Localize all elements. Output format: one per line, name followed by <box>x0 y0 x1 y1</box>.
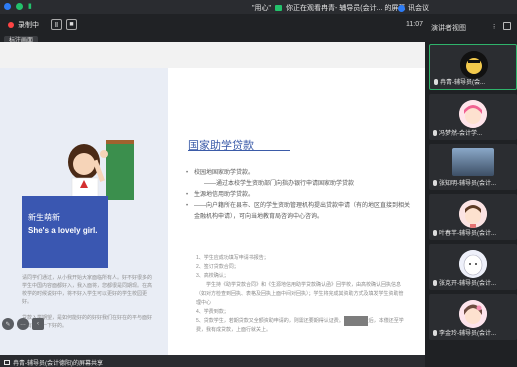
avatar <box>459 100 487 128</box>
more-options-icon[interactable]: ⁝ <box>493 23 495 31</box>
speaker-view-button[interactable]: 演讲者视图 <box>431 23 466 33</box>
watching-text: 你正在观看冉青- 辅导员(会计... 的屏幕 <box>285 5 406 12</box>
share-screen-icon <box>4 360 10 365</box>
participant-name: 张知明-辅导员(会计... <box>433 178 515 187</box>
status-icons: ▮ <box>4 3 32 10</box>
participant-name: 冉青-辅导员(会... <box>434 77 514 86</box>
share-green-icon <box>274 5 282 11</box>
top-status-bar: ▮ "用心" 你正在观看冉青- 辅导员(会计... 的屏幕 讯会议 <box>0 0 517 14</box>
numbered-item: 学生持《助学贷款合同》和《生源地信用助学贷款确认函》回学校，由高校确认回执信息（… <box>196 282 404 306</box>
collapse-icon[interactable]: ‹ <box>32 318 44 330</box>
mic-icon <box>434 79 438 85</box>
blue-card-title: 新生萌新 <box>28 213 60 222</box>
slide-blue-card: 新生萌新 She's a lovely girl. <box>22 196 108 268</box>
stop-recording-button[interactable]: ■ <box>66 19 77 30</box>
mic-icon <box>433 180 437 186</box>
pause-recording-button[interactable]: Ⅱ <box>51 19 62 30</box>
recording-indicator: 录制中 Ⅱ ■ <box>8 19 77 30</box>
recording-controls: 录制中 Ⅱ ■ 标注画面 11:07 <box>0 14 425 46</box>
participant-tile[interactable]: 张知明-辅导员(会计... <box>429 144 517 190</box>
participant-gallery: 冉青-辅导员(会... 冯梦然-会计学... 张知明-辅导员(会计... 叶春芊… <box>425 42 517 355</box>
mic-icon <box>433 280 437 286</box>
bullet-subitem: ——通过本校学生资助部门向指办银行申请国家助学贷款 <box>204 181 355 187</box>
mic-icon <box>433 130 437 136</box>
watching-indicator: "用心" 你正在观看冉青- 辅导员(会计... 的屏幕 <box>252 3 405 13</box>
participant-name: 叶春芊-辅导员(会计... <box>433 228 515 237</box>
record-dot-icon <box>8 21 14 28</box>
meeting-label: 讯会议 <box>408 5 429 12</box>
participant-name: 冯梦然-会计学... <box>433 128 515 137</box>
bullet-item: ——向户籍所在县市、区的学生资助管理机构提出贷款申请（有的地区直接到相关金融机构… <box>186 201 411 223</box>
participant-tile[interactable]: 冯梦然-会计学... <box>429 94 517 140</box>
avatar <box>460 51 488 79</box>
numbered-item: 1、学生应成功填写申请书报告； <box>196 255 269 261</box>
participant-tile[interactable]: 张克开-辅导员(会计... <box>429 244 517 290</box>
numbered-item: 3、高校确认； <box>196 273 229 279</box>
bullet-item: 校园地国家助学贷款。 <box>186 168 411 179</box>
meeting-logo-icon <box>398 4 405 12</box>
clock-time: 11:07 <box>406 21 423 28</box>
avatar-illustration <box>459 300 487 328</box>
avatar <box>459 250 487 278</box>
screen-share-banner: 冉青-辅导员(会计德阳)的屏幕共享 <box>0 355 425 367</box>
meeting-brand: 讯会议 <box>398 3 429 13</box>
mic-icon <box>433 330 437 336</box>
sharing-user-label: "用心" <box>252 5 271 12</box>
chat-icon[interactable]: … <box>17 318 29 330</box>
blue-card-subtitle: She's a lovely girl. <box>28 226 98 235</box>
camera-thumbnail <box>452 148 494 176</box>
slide-gray-button <box>344 316 368 326</box>
numbered-item: 4、学费到款； <box>196 309 229 315</box>
numbered-item: 2、签订贷款合同； <box>196 264 239 270</box>
participant-name: 李金玲-辅导员(会计... <box>433 328 515 337</box>
title-underline <box>188 150 290 151</box>
participant-tile[interactable]: 李金玲-辅导员(会计... <box>429 294 517 340</box>
mic-icon <box>433 230 437 236</box>
bullet-item: 生源地信用助学贷款。 <box>186 190 411 201</box>
blue-shield-icon[interactable] <box>4 3 11 10</box>
green-check-icon[interactable] <box>16 3 23 10</box>
share-banner-content: 冉青-辅导员(会计德阳)的屏幕共享 <box>4 358 103 367</box>
meeting-window: ▮ "用心" 你正在观看冉青- 辅导员(会计... 的屏幕 讯会议 录制中 Ⅱ … <box>0 0 517 367</box>
share-banner-text: 冉青-辅导员(会计德阳)的屏幕共享 <box>13 361 103 367</box>
gallery-header: 演讲者视图 ⁝ <box>425 14 517 42</box>
participant-name: 张克开-辅导员(会计... <box>433 278 515 287</box>
avatar <box>459 300 487 328</box>
numbered-list: 1、学生应成功填写申请书报告； 2、签订贷款合同； 3、高校确认； 学生持《助学… <box>196 254 406 335</box>
avatar-illustration <box>460 51 488 79</box>
stage-toolbar: ✎ … ‹ <box>2 318 44 330</box>
avatar-illustration <box>459 250 487 278</box>
avatar-illustration <box>459 200 487 228</box>
slide-bullets: 校园地国家助学贷款。 ——通过本校学生资助部门向指办银行申请国家助学贷款 生源地… <box>186 168 411 223</box>
shared-screen[interactable]: 新生萌新 She's a lovely girl. 请同学们通过，从小我开始大家… <box>0 42 425 355</box>
numbered-item: 5、贷款学生，若期贷款又全额资助申请的，则需还要期得认证费。若贷款毕业后，本偿还… <box>196 318 404 333</box>
avatar-illustration <box>459 100 487 128</box>
pen-icon[interactable]: ✎ <box>2 318 14 330</box>
participant-tile[interactable]: 叶春芊-辅导员(会计... <box>429 194 517 240</box>
recording-label: 录制中 <box>18 21 39 29</box>
signal-icon: ▮ <box>28 3 32 10</box>
participant-tile[interactable]: 冉青-辅导员(会... <box>429 44 517 90</box>
avatar <box>459 200 487 228</box>
slide-top-margin <box>0 42 425 68</box>
gallery-footer <box>425 355 517 367</box>
popout-icon[interactable] <box>503 22 511 30</box>
